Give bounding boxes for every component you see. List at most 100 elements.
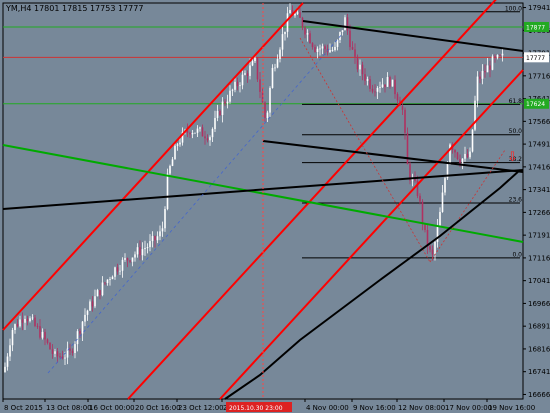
candle-body (4, 366, 6, 372)
price-tick-label: 17491 (528, 141, 550, 149)
candle-body (79, 331, 81, 334)
price-tick-label: 17266 (528, 209, 550, 217)
candle-body (179, 142, 181, 145)
candle-body (154, 236, 156, 241)
candle-body (136, 247, 139, 255)
candle-body (209, 137, 211, 141)
candle-body (469, 151, 471, 158)
candle-body (461, 158, 464, 165)
fib-level-label: 0.0 (512, 251, 522, 258)
candle-body (214, 117, 216, 130)
candle-body (36, 325, 39, 327)
candle-body (161, 228, 164, 232)
candle-body (249, 65, 251, 76)
candle-body (244, 73, 246, 75)
candle-body (49, 342, 51, 350)
candle-body (499, 55, 501, 56)
candle-body (346, 17, 349, 31)
candle-body (159, 231, 161, 237)
candle-body (9, 345, 11, 357)
candle-body (231, 89, 234, 91)
candle-body (489, 65, 491, 70)
candle-body (224, 101, 226, 104)
candle-body (64, 357, 66, 359)
candle-body (366, 79, 369, 81)
candle-body (316, 48, 319, 53)
candle-body (501, 53, 504, 56)
candle-body (484, 70, 486, 73)
candle-body (139, 247, 141, 256)
candle-body (131, 257, 134, 262)
candle-body (109, 279, 111, 280)
candle-body (89, 301, 91, 311)
candle-body (349, 30, 351, 48)
price-tick-label: 17041 (528, 277, 550, 285)
candle-body (174, 145, 176, 160)
candle-body (171, 159, 174, 166)
candle-body (311, 43, 314, 48)
candle-body (236, 81, 239, 87)
candle-body (354, 49, 356, 57)
time-tick-label: 16 Oct 00:00 (89, 404, 135, 412)
candle-body (376, 87, 379, 92)
candle-body (386, 77, 389, 87)
candle-body (401, 105, 404, 110)
candle-body (299, 12, 301, 18)
candle-body (466, 153, 469, 158)
candle-body (126, 258, 129, 261)
candle-body (239, 85, 241, 87)
fib-level-label: 50.0 (509, 128, 523, 135)
candle-body (294, 13, 296, 16)
candle-body (474, 100, 476, 130)
candle-body (141, 249, 144, 256)
candle-body (216, 110, 219, 118)
candle-body (389, 77, 391, 87)
price-badge-label: 17624 (526, 101, 545, 108)
candle-body (99, 290, 101, 296)
price-tick-label: 17716 (528, 72, 550, 80)
candle-body (479, 76, 481, 79)
candle-body (481, 70, 484, 79)
candle-body (361, 64, 364, 75)
candle-body (259, 79, 261, 92)
chart-background (0, 0, 550, 413)
candle-body (219, 110, 221, 116)
price-tick-label: 16666 (528, 391, 550, 399)
candle-body (406, 132, 409, 165)
candle-body (246, 73, 249, 76)
time-tick-label: 13 Oct 08:00 (46, 404, 92, 412)
fib-level-label: 23.6 (509, 196, 523, 203)
candle-body (454, 149, 456, 153)
price-chart[interactable]: 100.061.850.038.223.60.0 YM,H4 17801 178… (0, 0, 550, 413)
candle-body (134, 254, 136, 258)
candle-body (251, 61, 254, 66)
candle-body (19, 319, 21, 327)
candle-body (281, 34, 284, 50)
candle-body (439, 211, 441, 226)
candle-body (76, 331, 79, 345)
candle-body (379, 87, 381, 89)
candle-body (301, 17, 304, 28)
time-tick-label: 8 Oct 2015 (4, 404, 43, 412)
candle-body (314, 47, 316, 53)
candle-body (149, 241, 151, 248)
price-tick-label: 17191 (528, 232, 550, 240)
candle-body (419, 195, 421, 202)
candle-body (164, 209, 166, 229)
price-tick-label: 17566 (528, 118, 550, 126)
candle-body (84, 314, 86, 322)
candle-body (74, 344, 76, 353)
candle-body (151, 236, 154, 242)
candle-body (341, 30, 344, 33)
alert-arrow-icon[interactable]: ⇩ (507, 150, 518, 165)
candle-body (264, 102, 266, 119)
fib-level-label: 100.0 (505, 5, 522, 12)
candle-body (486, 65, 489, 73)
candle-body (54, 351, 56, 354)
candle-body (204, 136, 206, 139)
candle-body (271, 67, 274, 88)
candle-body (274, 67, 276, 69)
candle-body (229, 90, 231, 102)
candle-body (434, 241, 436, 255)
candle-body (96, 290, 99, 297)
